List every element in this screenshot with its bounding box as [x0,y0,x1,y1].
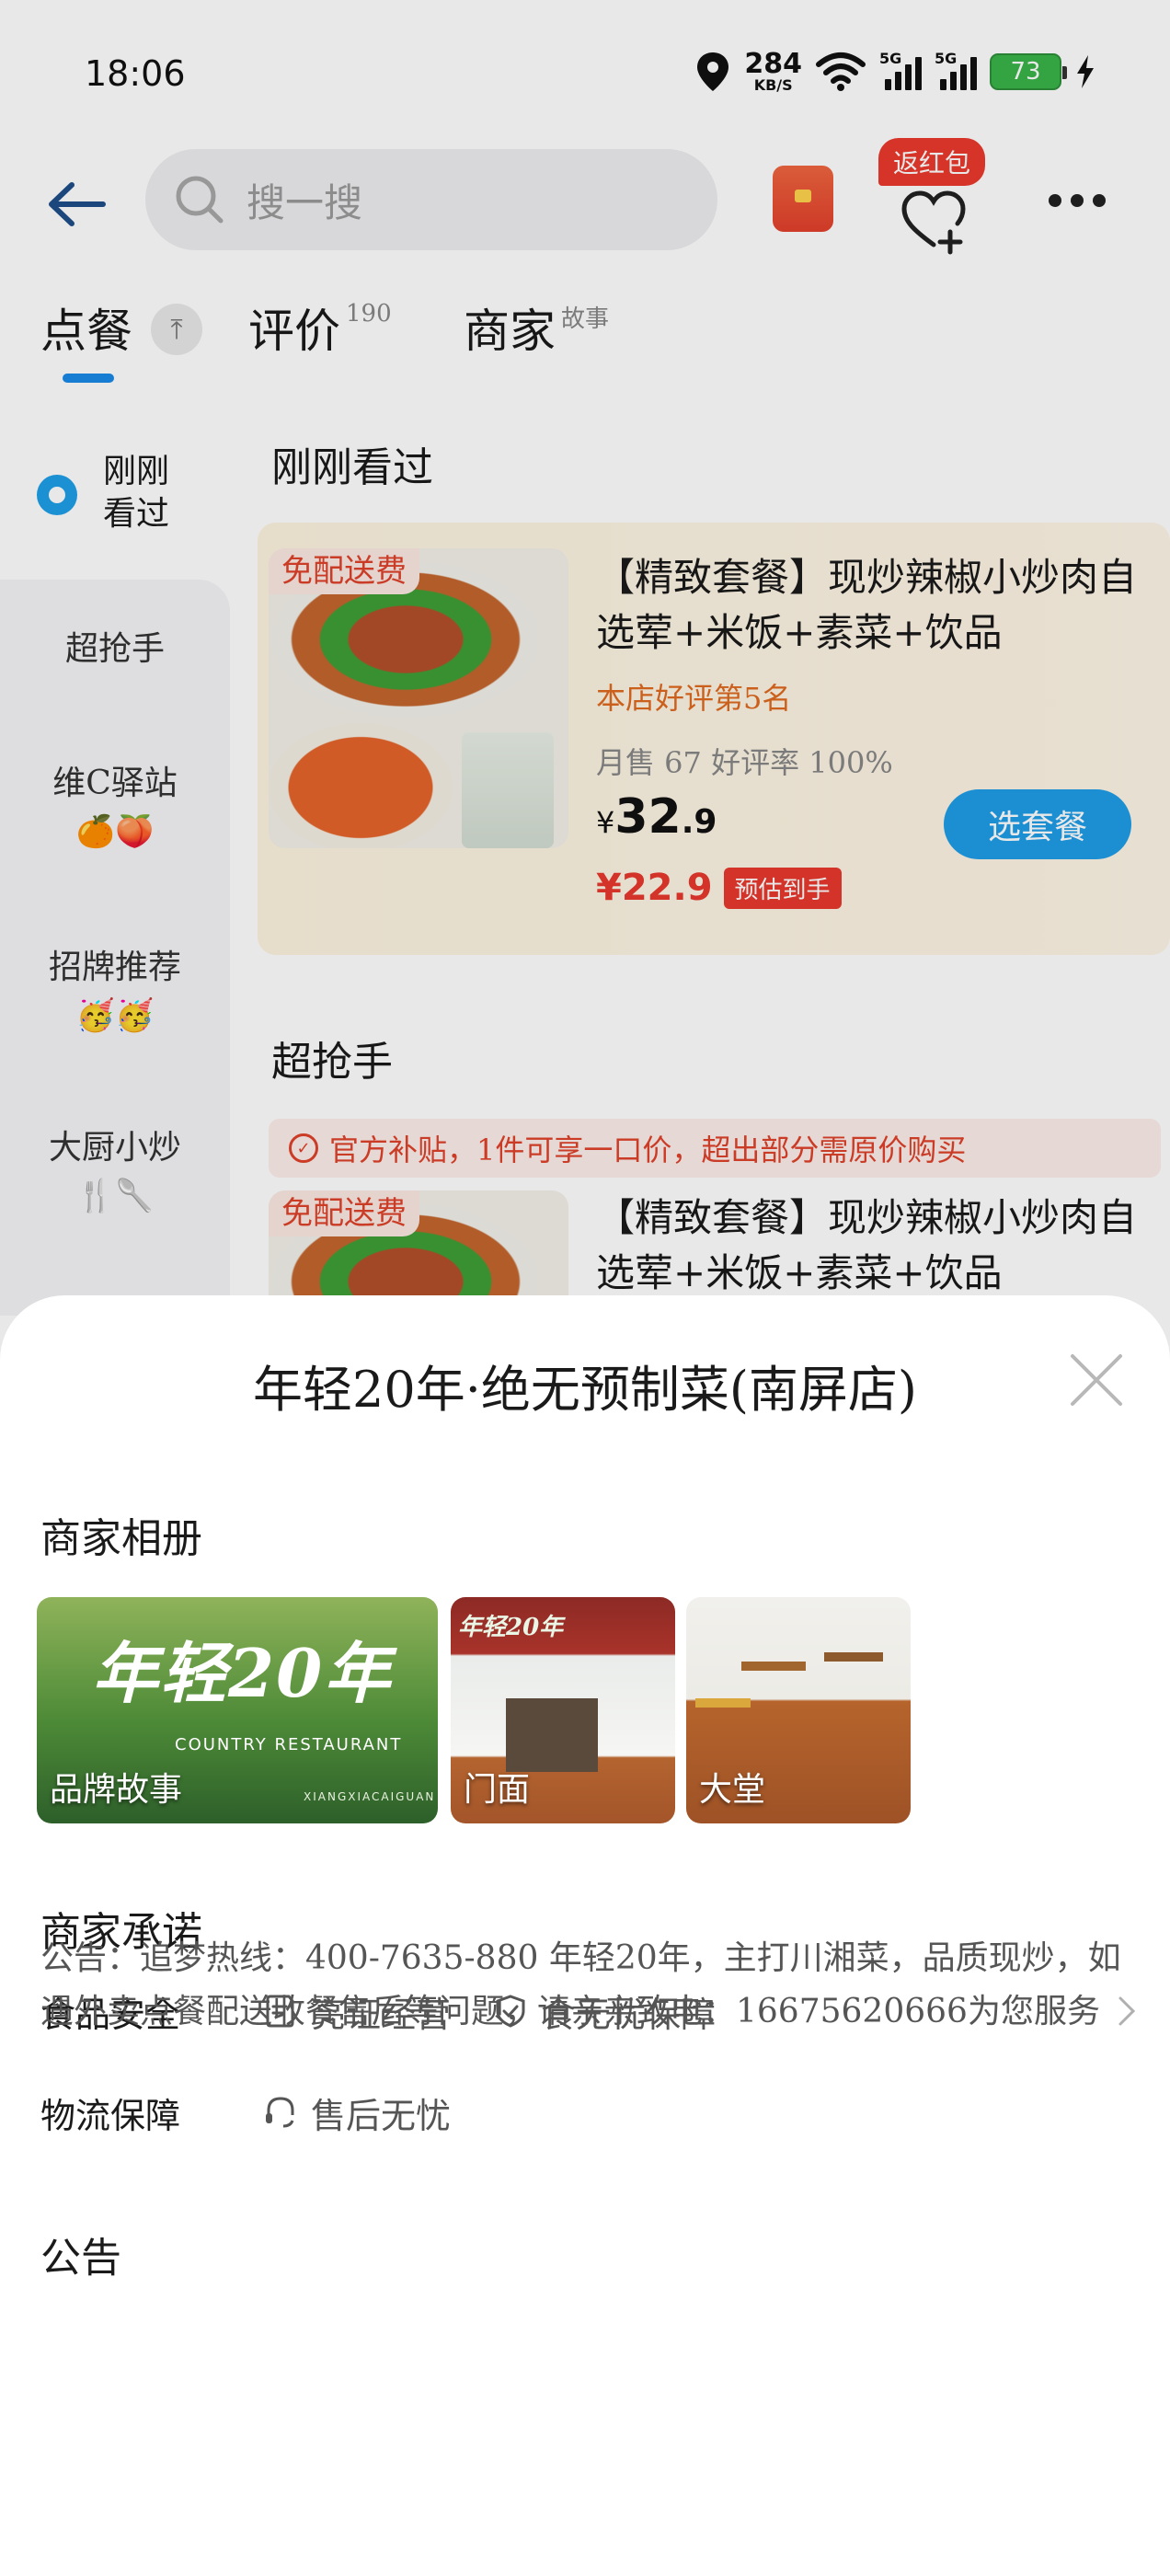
album-storefront[interactable]: 年轻20年 门面 [451,1597,675,1823]
storefront-sign: 年轻20年 [458,1614,564,1641]
store-page: 18:06 284 KB/S 5G 5G 73 搜一搜 返红包 点餐 ⤒ 评价 … [0,0,1170,2576]
headset-icon [266,2097,294,2128]
notice-text: 公告：追梦热线：400-7635-880 年轻20年，主打川湘菜，品质现炒，如遇… [40,1939,1121,2030]
promise-row-logistics[interactable]: 物流保障 售后无忧 [40,2085,1144,2140]
promise-item: 售后无忧 [263,2087,451,2138]
album-title: 商家相册 [40,1515,202,1562]
brand-logo-subtitle: COUNTRY RESTAURANT [175,1735,403,1754]
sheet-title: 年轻20年·绝无预制菜(南屏店) [252,1361,917,1419]
notice-title: 公告 [40,2235,121,2282]
brand-logo: 年轻20年 [92,1634,393,1712]
album-brand-story[interactable]: 年轻20年 COUNTRY RESTAURANT XIANGXIACAIGUAN… [37,1597,438,1823]
brand-logo-pinyin: XIANGXIACAIGUAN [304,1790,436,1803]
album-dining-hall[interactable]: 大堂 [686,1597,911,1823]
close-icon[interactable] [1067,1351,1126,1409]
